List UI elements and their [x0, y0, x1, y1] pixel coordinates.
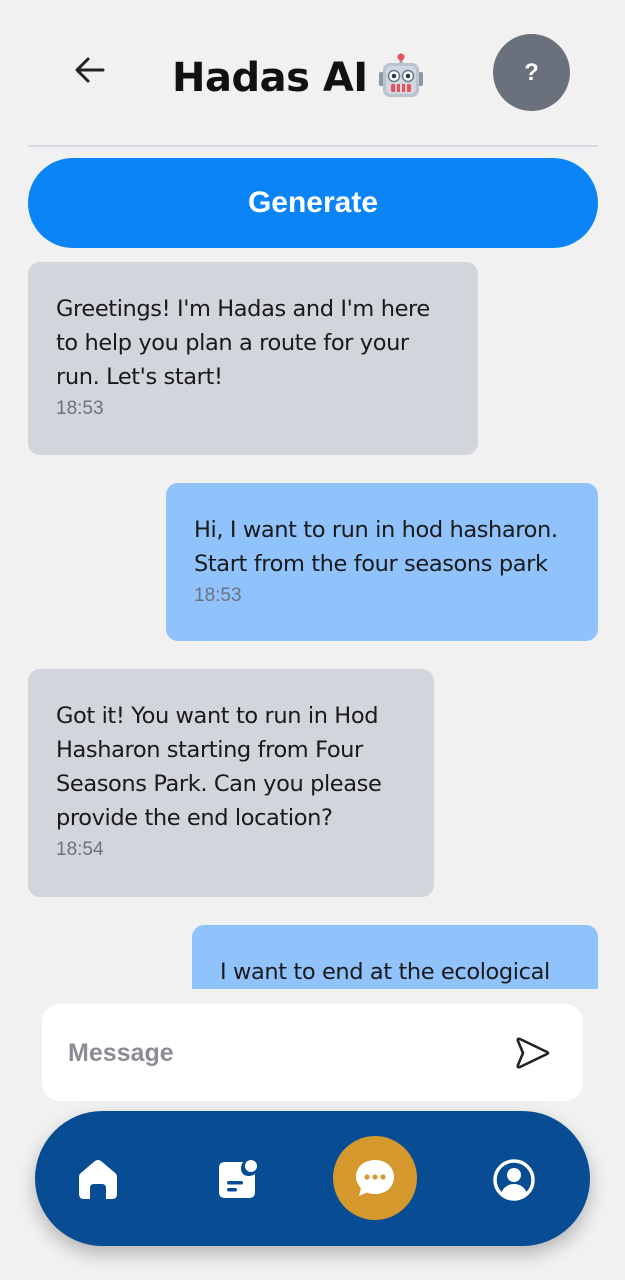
page-title: Hadas AI	[172, 55, 368, 101]
message-time: 18:54	[56, 839, 104, 860]
help-icon: ?	[524, 58, 539, 86]
message-text: Greetings! I'm Hadas and I'm here to hel…	[56, 296, 430, 390]
message-input[interactable]	[68, 1028, 488, 1078]
nav-notes[interactable]	[213, 1154, 263, 1204]
message-time: 18:53	[56, 398, 104, 419]
title-group: Hadas AI	[172, 50, 426, 106]
message-composer	[42, 1004, 583, 1101]
message-text: Hi, I want to run in hod hasharon. Start…	[194, 517, 558, 577]
help-button[interactable]: ?	[493, 34, 570, 111]
back-button[interactable]	[70, 50, 110, 90]
generate-button[interactable]: Generate	[28, 158, 598, 248]
bottom-nav	[35, 1111, 590, 1246]
robot-emoji-icon	[378, 53, 423, 97]
message-text: I want to end at the ecological	[220, 959, 550, 985]
app-header: Hadas AI ?	[0, 0, 625, 147]
message-user: I want to end at the ecological	[192, 925, 598, 989]
header-divider	[28, 145, 598, 147]
nav-chat[interactable]	[333, 1136, 417, 1220]
nav-profile[interactable]	[490, 1156, 538, 1204]
arrow-left-icon	[75, 57, 105, 83]
message-ai: Got it! You want to run in Hod Hasharon …	[28, 669, 434, 897]
send-icon	[516, 1037, 550, 1069]
chat-thread[interactable]: Greetings! I'm Hadas and I'm here to hel…	[0, 258, 625, 989]
notes-icon	[219, 1160, 257, 1198]
message-time: 18:53	[194, 585, 242, 606]
home-icon	[79, 1160, 117, 1199]
chat-icon	[356, 1160, 394, 1196]
send-button[interactable]	[512, 1032, 554, 1074]
message-text: Got it! You want to run in Hod Hasharon …	[56, 703, 382, 831]
nav-home[interactable]	[73, 1154, 123, 1204]
message-user: Hi, I want to run in hod hasharon. Start…	[166, 483, 598, 641]
profile-icon	[493, 1159, 535, 1201]
message-ai: Greetings! I'm Hadas and I'm here to hel…	[28, 262, 478, 455]
